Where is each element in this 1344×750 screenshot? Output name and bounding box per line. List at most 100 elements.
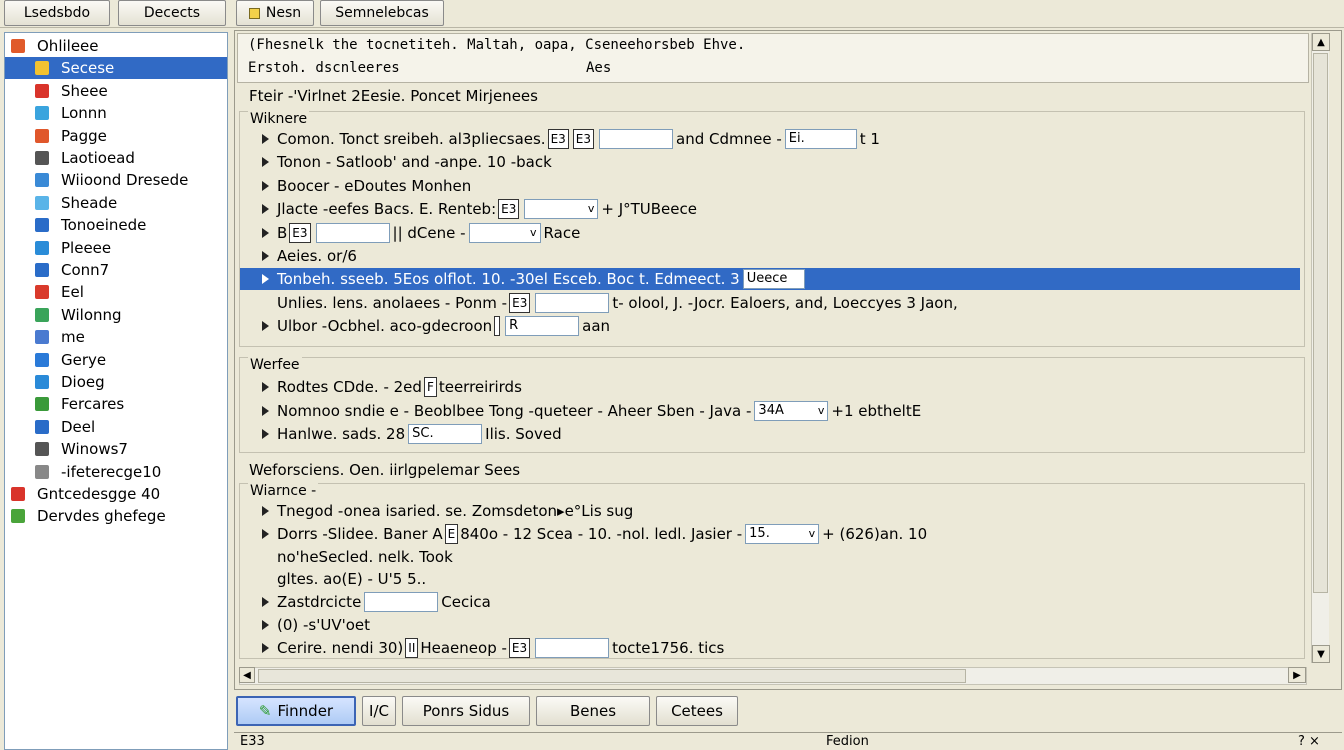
expand-arrow-icon[interactable] <box>262 506 269 516</box>
expand-arrow-icon[interactable] <box>262 429 269 440</box>
tree-item[interactable]: Pagge <box>5 125 227 147</box>
tree-item[interactable]: Winows7 <box>5 438 227 460</box>
expand-arrow-icon[interactable] <box>262 642 269 653</box>
row-button[interactable] <box>494 316 501 337</box>
row-field[interactable] <box>535 292 610 313</box>
setting-row[interactable]: B E3 || dCene - v Race <box>240 222 1300 244</box>
ic-button[interactable]: I/C <box>362 696 396 726</box>
tree-item[interactable]: Laotioead <box>5 147 227 169</box>
row-field[interactable]: SC. <box>408 424 483 445</box>
scroll-down-button[interactable]: ▼ <box>1312 645 1330 663</box>
setting-row[interactable]: Tonon - Satloob' and -anpe. 10 -back <box>240 151 1300 173</box>
row-field[interactable] <box>599 129 674 149</box>
tree-item[interactable]: Fercares <box>5 393 227 415</box>
expand-arrow-icon[interactable] <box>262 597 269 608</box>
row-button-2[interactable]: E3 <box>289 222 311 243</box>
tree-item[interactable]: -ifeterecge10 <box>5 461 227 483</box>
setting-row[interactable]: Dorrs -Slidee. Baner A E 840o - 12 Scea - … <box>240 523 1300 545</box>
toolbar-button-3[interactable]: Nesn <box>236 0 314 26</box>
tree-item[interactable]: Sheade <box>5 192 227 214</box>
scroll-left-button[interactable]: ◀ <box>239 667 255 683</box>
tree-item[interactable]: me <box>5 326 227 348</box>
tree-item[interactable]: Eel <box>5 281 227 303</box>
expand-arrow-icon[interactable] <box>262 227 269 238</box>
chevron-down-icon[interactable]: v <box>809 525 816 543</box>
setting-row[interactable]: Ulbor -Ocbhel. aco-gdecroon Raan <box>240 315 1300 337</box>
row-field-2[interactable]: v <box>468 222 541 243</box>
setting-row[interactable]: no'heSecled. nelk. Took <box>240 546 1300 568</box>
tree-item[interactable]: Gerye <box>5 349 227 371</box>
scroll-right-button[interactable]: ▶ <box>1288 667 1306 683</box>
tree-item[interactable]: Wilonng <box>5 304 227 326</box>
horizontal-scroll-thumb[interactable] <box>258 669 966 683</box>
setting-row[interactable]: Cerire. nendi 30) II Heaeneop - E3 tocte1756… <box>240 637 1300 659</box>
row-button[interactable]: II <box>405 637 419 658</box>
tree-item[interactable]: Deel <box>5 416 227 438</box>
row-button[interactable]: E3 <box>547 129 569 149</box>
tree-item[interactable]: Tonoeinede <box>5 214 227 236</box>
setting-row[interactable]: (0) -s'UV'oet <box>240 614 1300 636</box>
expand-arrow-icon[interactable] <box>262 134 269 144</box>
setting-row[interactable]: Nomnoo sndie e - Beoblbee Tong -queteer … <box>240 400 1300 422</box>
setting-row[interactable]: Jlacte -eefes Bacs. E. Renteb: E3 v + J°TUB… <box>240 198 1300 220</box>
setting-row[interactable]: gltes. ao(E) - U'5 5.. <box>240 568 1300 590</box>
tree-item[interactable]: Ohlileee <box>5 35 227 57</box>
tree-item[interactable]: Gntcedesgge 40 <box>5 483 227 505</box>
expand-arrow-icon[interactable] <box>262 382 269 392</box>
tree-item[interactable]: Wiioond Dresede <box>5 169 227 191</box>
finder-button[interactable]: ✎ Finnder <box>236 696 356 726</box>
expand-arrow-icon[interactable] <box>262 204 269 215</box>
row-button[interactable]: E3 <box>498 199 520 220</box>
chevron-down-icon[interactable]: v <box>530 224 537 242</box>
row-field[interactable] <box>535 637 610 658</box>
expand-arrow-icon[interactable] <box>262 180 269 191</box>
chevron-down-icon[interactable]: v <box>818 402 825 420</box>
row-field[interactable]: 34A v <box>754 400 829 421</box>
setting-row[interactable]: Unlies. lens. anolaees - Ponm - E3 t- oloo… <box>240 292 1300 314</box>
expand-arrow-icon[interactable] <box>262 251 269 261</box>
row-field[interactable] <box>315 222 390 243</box>
benes-button[interactable]: Benes <box>536 696 650 726</box>
setting-row[interactable]: Boocer - eDoutes Monhen <box>240 175 1300 197</box>
setting-row-selected[interactable]: Tonbeh. sseeb. 5Eos olflot. 10. -30el Es… <box>240 268 1300 291</box>
row-button-2[interactable]: E3 <box>572 129 595 149</box>
setting-row[interactable]: Rodtes CDde. - 2ed Fteerreirirds <box>240 376 1300 398</box>
expand-arrow-icon[interactable] <box>262 620 269 630</box>
toolbar-button-1[interactable]: Lsedsbdo <box>4 0 110 26</box>
toolbar-button-4[interactable]: Semnelebcas <box>320 0 444 26</box>
setting-row[interactable]: Tnegod -onea isaried. se. Zomsdeton ▸ e°Li… <box>240 500 1300 522</box>
tree-item[interactable]: Dervdes ghefege <box>5 505 227 527</box>
row-button[interactable]: E <box>444 523 459 544</box>
row-field[interactable] <box>364 592 439 613</box>
horizontal-scrollbar[interactable]: ◀ ▶ <box>239 667 1307 685</box>
row-button-2[interactable]: E3 <box>508 637 531 658</box>
ponrs-sidus-button[interactable]: Ponrs Sidus <box>402 696 530 726</box>
vertical-scroll-thumb[interactable] <box>1313 53 1328 593</box>
setting-row[interactable]: Aeies. or/6 <box>240 245 1300 267</box>
setting-row[interactable]: Comon. Tonct sreibeh. al3pliecsaes. E3 E3 a… <box>240 128 1300 150</box>
expand-arrow-icon[interactable] <box>262 274 269 285</box>
expand-arrow-icon[interactable] <box>262 157 269 168</box>
row-field[interactable]: 15. v <box>745 523 820 544</box>
tree-item[interactable]: Lonnn <box>5 102 227 124</box>
row-field-2[interactable]: Ei. <box>784 129 857 149</box>
row-field[interactable]: Ueece <box>742 269 805 290</box>
row-field[interactable]: v <box>524 199 599 220</box>
row-button[interactable]: E3 <box>509 292 531 313</box>
expand-arrow-icon[interactable] <box>262 321 269 332</box>
tree-item[interactable]: Sheee <box>5 80 227 102</box>
tree-item[interactable]: Dioeg <box>5 371 227 393</box>
chevron-down-icon[interactable]: v <box>588 200 595 218</box>
toolbar-button-2[interactable]: Decects <box>118 0 226 26</box>
expand-arrow-icon[interactable] <box>262 405 269 416</box>
cetees-button[interactable]: Cetees <box>656 696 738 726</box>
setting-row[interactable]: Hanlwe. sads. 28 SC. Ilis. Soved <box>240 423 1300 445</box>
tree-item[interactable]: Pleeee <box>5 237 227 259</box>
vertical-scrollbar[interactable]: ▲ ▼ <box>1311 33 1330 663</box>
tree-item[interactable]: Secese <box>5 57 227 80</box>
expand-arrow-icon[interactable] <box>262 528 269 539</box>
row-field[interactable]: R <box>505 316 580 337</box>
setting-row[interactable]: Zastdrcicte Cecica <box>240 591 1300 613</box>
tree-item[interactable]: Conn7 <box>5 259 227 281</box>
row-button[interactable]: F <box>423 377 437 397</box>
